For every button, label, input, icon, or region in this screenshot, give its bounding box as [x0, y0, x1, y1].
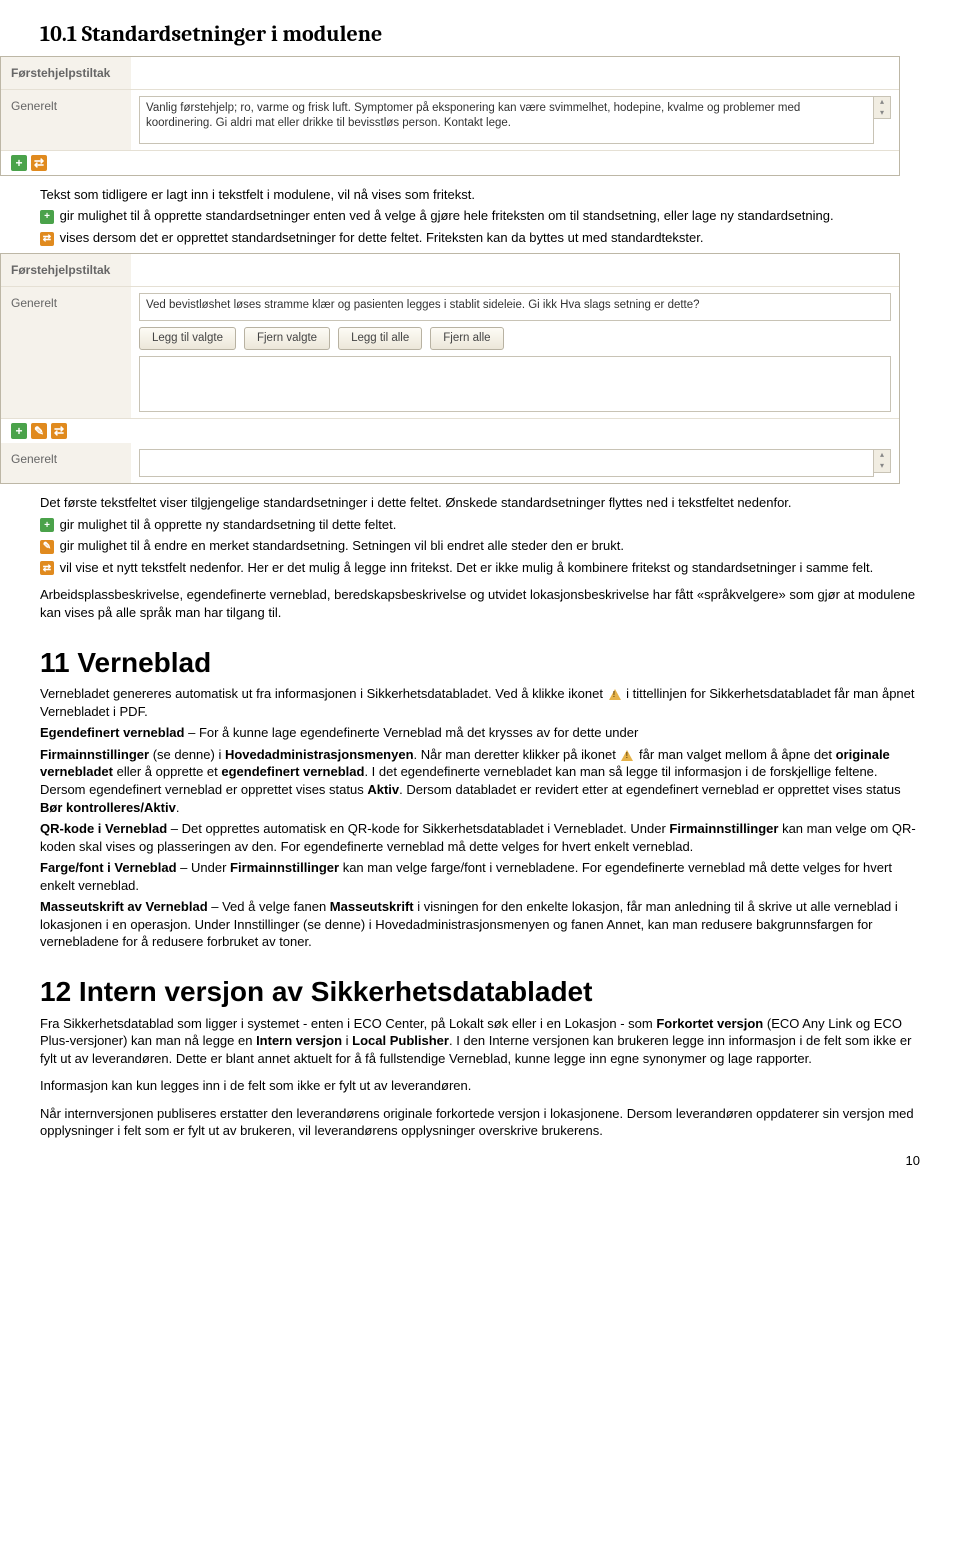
s11-p5: Farge/font i Verneblad – Under Firmainns…: [40, 859, 920, 894]
s11-p3: Firmainnstillinger (se denne) i Hovedadm…: [40, 746, 920, 816]
panel2-selectbox[interactable]: [139, 356, 891, 412]
p-endre-merket: ✎ gir mulighet til å endre en merket sta…: [40, 537, 920, 555]
edit-icon[interactable]: ✎: [31, 423, 47, 439]
panel2-textarea[interactable]: Ved bevistløshet løses stramme klær og p…: [139, 293, 891, 321]
p-forste-tekstfelt: Det første tekstfeltet viser tilgjengeli…: [40, 494, 920, 512]
warning-icon: [609, 689, 621, 700]
panel2-header: Førstehjelpstiltak: [1, 254, 131, 286]
plus-icon-2: +: [40, 518, 54, 532]
btn-fjern-alle[interactable]: Fjern alle: [430, 327, 503, 351]
heading-11: 11 Verneblad: [40, 644, 920, 682]
scrollbar[interactable]: ▴▾: [874, 96, 891, 120]
p-gir-mulighet: + gir mulighet til å opprette standardse…: [40, 207, 920, 225]
add-icon-2[interactable]: +: [11, 423, 27, 439]
p-nytt-tekstfelt: ⇄ vil vise et nytt tekstfelt nedenfor. H…: [40, 559, 920, 577]
btn-legg-til-valgte[interactable]: Legg til valgte: [139, 327, 236, 351]
page-number: 10: [40, 1152, 920, 1170]
panel2-row-label-2: Generelt: [1, 443, 131, 483]
pencil-icon: ✎: [40, 540, 54, 554]
btn-legg-til-alle[interactable]: Legg til alle: [338, 327, 422, 351]
heading-10-1: 10.1 Standardsetninger i modulene: [40, 20, 920, 50]
swap-icon-inline: ⇄: [40, 232, 54, 246]
panel1-textarea[interactable]: Vanlig førstehjelp; ro, varme og frisk l…: [139, 96, 874, 144]
panel2-textarea-2[interactable]: [139, 449, 874, 477]
s12-p3: Når internversjonen publiseres erstatter…: [40, 1105, 920, 1140]
panel-forstehjelp-2: Førstehjelpstiltak Generelt Ved bevistlø…: [0, 253, 900, 485]
panel-forstehjelp-1: Førstehjelpstiltak Generelt Vanlig først…: [0, 56, 900, 176]
p-ny-standard: + gir mulighet til å opprette ny standar…: [40, 516, 920, 534]
s12-p2: Informasjon kan kun legges inn i de felt…: [40, 1077, 920, 1095]
p-arbeidsplass: Arbeidsplassbeskrivelse, egendefinerte v…: [40, 586, 920, 621]
panel2-row-label: Generelt: [1, 287, 131, 419]
panel1-header: Førstehjelpstiltak: [1, 57, 131, 89]
swap-icon-2[interactable]: ⇄: [51, 423, 67, 439]
panel1-row-label: Generelt: [1, 90, 131, 150]
add-icon[interactable]: +: [11, 155, 27, 171]
heading-12: 12 Intern versjon av Sikkerhetsdatablade…: [40, 973, 920, 1011]
p-tekst-tidligere: Tekst som tidligere er lagt inn i tekstf…: [40, 186, 920, 204]
plus-icon: +: [40, 210, 54, 224]
scrollbar-2[interactable]: ▴▾: [874, 449, 891, 473]
swap-icon-3: ⇄: [40, 561, 54, 575]
p-vises-dersom: ⇄ vises dersom det er opprettet standard…: [40, 229, 920, 247]
btn-fjern-valgte[interactable]: Fjern valgte: [244, 327, 330, 351]
s11-p2: Egendefinert verneblad – For å kunne lag…: [40, 724, 920, 742]
s12-p1: Fra Sikkerhetsdatablad som ligger i syst…: [40, 1015, 920, 1068]
s11-p1: Vernebladet genereres automatisk ut fra …: [40, 685, 920, 720]
swap-icon[interactable]: ⇄: [31, 155, 47, 171]
s11-p6: Masseutskrift av Verneblad – Ved å velge…: [40, 898, 920, 951]
warning-icon-2: [621, 750, 633, 761]
s11-p4: QR-kode i Verneblad – Det opprettes auto…: [40, 820, 920, 855]
